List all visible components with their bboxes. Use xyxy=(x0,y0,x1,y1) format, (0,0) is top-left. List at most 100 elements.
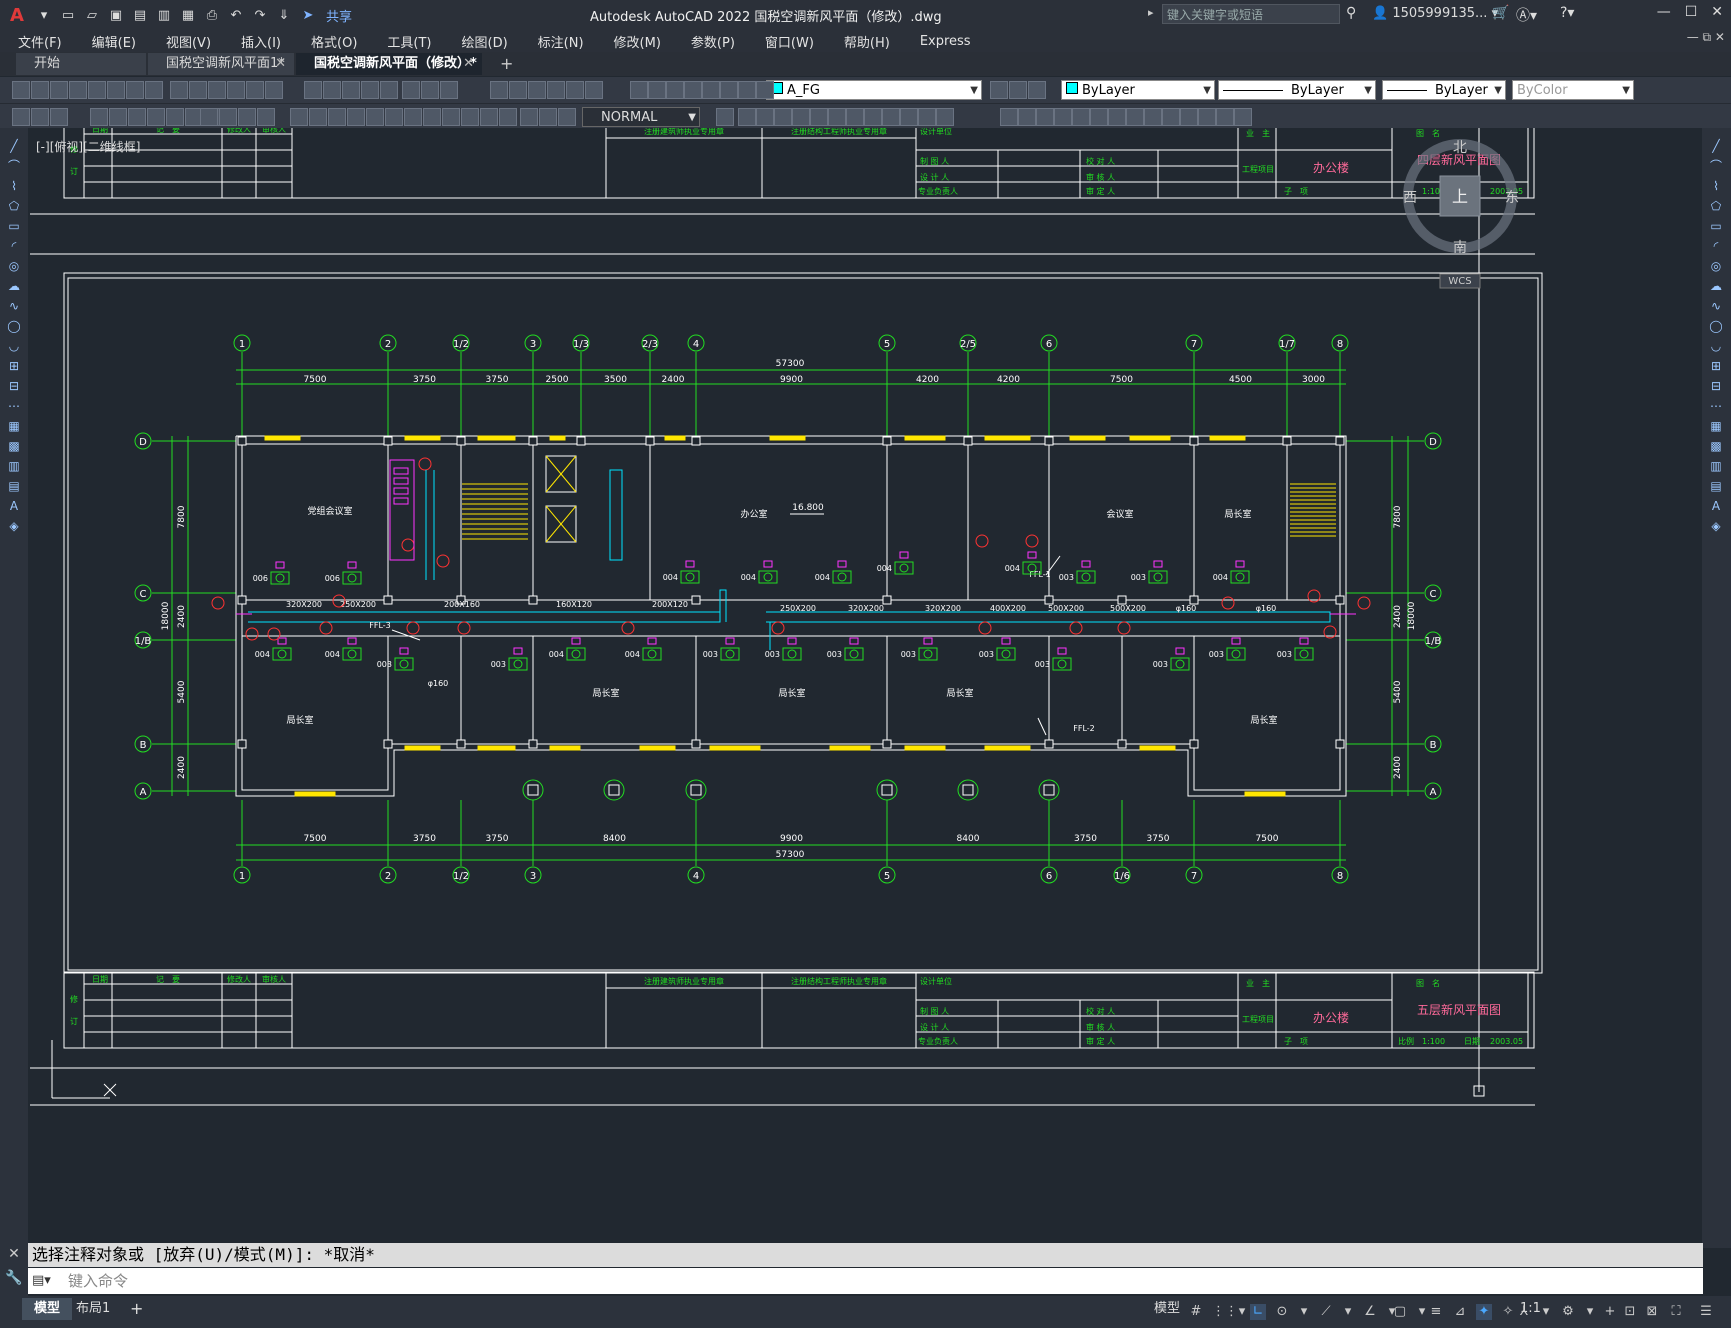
toolbar-tool-icon[interactable] xyxy=(566,81,584,99)
toolbar-tool-icon[interactable] xyxy=(31,108,49,126)
add-layout-icon[interactable]: + xyxy=(118,1298,155,1320)
autodesk-app-icon[interactable]: Ⓐ▾ xyxy=(1516,5,1537,25)
status-toggle-icon[interactable]: ⊡ xyxy=(1622,1304,1638,1320)
palette-tool-icon[interactable]: ▩ xyxy=(6,438,22,454)
status-toggle-icon[interactable]: ▾ xyxy=(1340,1304,1356,1320)
palette-tool-icon[interactable]: ⌇ xyxy=(1708,178,1724,194)
toolbar-tool-icon[interactable] xyxy=(936,108,954,126)
toolbar-tool-icon[interactable] xyxy=(1090,108,1108,126)
toolbar-tool-icon[interactable] xyxy=(520,108,538,126)
palette-tool-icon[interactable]: ▦ xyxy=(1708,418,1724,434)
toolbar-tool-icon[interactable] xyxy=(1162,108,1180,126)
toolbar-tool-icon[interactable] xyxy=(238,108,256,126)
toolbar-tool-icon[interactable] xyxy=(1198,108,1216,126)
toolbar-tool-icon[interactable] xyxy=(648,81,666,99)
palette-tool-icon[interactable]: ⌇ xyxy=(6,178,22,194)
menu-item[interactable]: 工具(T) xyxy=(369,32,443,51)
toolbar-tool-icon[interactable] xyxy=(900,108,918,126)
toolbar-tool-icon[interactable] xyxy=(1000,108,1018,126)
toolbar-tool-icon[interactable] xyxy=(50,108,68,126)
status-toggle-icon[interactable]: ∟ xyxy=(1250,1304,1266,1320)
status-toggle-icon[interactable]: ⅄ xyxy=(1516,1304,1532,1320)
save-as-icon[interactable]: ▤ xyxy=(130,5,150,25)
status-toggle-icon[interactable]: # xyxy=(1188,1304,1204,1320)
share-icon[interactable]: ➤ xyxy=(298,5,318,25)
toolbar-tool-icon[interactable] xyxy=(684,81,702,99)
tab-layout1[interactable]: 布局1 xyxy=(64,1298,122,1320)
toolbar-tool-icon[interactable] xyxy=(882,108,900,126)
status-toggle-icon[interactable]: ⟋ xyxy=(1318,1304,1334,1320)
status-toggle-icon[interactable]: ▾ xyxy=(1234,1304,1250,1320)
palette-tool-icon[interactable]: A xyxy=(1708,498,1724,514)
palette-tool-icon[interactable]: ◎ xyxy=(1708,258,1724,274)
status-toggle-icon[interactable]: ✦ xyxy=(1476,1304,1492,1320)
toolbar-tool-icon[interactable] xyxy=(1180,108,1198,126)
toolbar-tool-icon[interactable] xyxy=(166,108,184,126)
toolbar-tool-icon[interactable] xyxy=(756,81,774,99)
palette-tool-icon[interactable]: ⋯ xyxy=(1708,398,1724,414)
status-toggle-icon[interactable]: ▾ xyxy=(1296,1304,1312,1320)
linetype-dropdown[interactable]: ByLayer ▼ xyxy=(1218,80,1376,100)
menu-item[interactable]: 参数(P) xyxy=(673,32,747,51)
toolbar-tool-icon[interactable] xyxy=(1234,108,1252,126)
status-toggle-icon[interactable]: ∠ xyxy=(1362,1304,1378,1320)
toolbar-tool-icon[interactable] xyxy=(828,108,846,126)
toolbar-tool-icon[interactable] xyxy=(1028,81,1046,99)
menu-item[interactable]: 编辑(E) xyxy=(74,32,148,51)
toolbar-tool-icon[interactable] xyxy=(421,81,439,99)
status-toggle-icon[interactable]: ▢ xyxy=(1392,1304,1408,1320)
toolbar-tool-icon[interactable] xyxy=(328,108,346,126)
toolbar-tool-icon[interactable] xyxy=(846,108,864,126)
share-button[interactable]: 共享 xyxy=(326,6,352,25)
toolbar-tool-icon[interactable] xyxy=(170,81,188,99)
close-icon[interactable]: ✕ xyxy=(1711,4,1723,20)
toolbar-tool-icon[interactable] xyxy=(147,108,165,126)
toolbar-tool-icon[interactable] xyxy=(756,108,774,126)
toolbar-tool-icon[interactable] xyxy=(200,108,218,126)
palette-tool-icon[interactable]: ◎ xyxy=(6,258,22,274)
save-icon[interactable]: ▣ xyxy=(106,5,126,25)
model-space-button[interactable]: 模型 xyxy=(1142,1298,1192,1320)
toolbar-tool-icon[interactable] xyxy=(323,81,341,99)
toolbar-tool-icon[interactable] xyxy=(1009,81,1027,99)
toolbar-tool-icon[interactable] xyxy=(31,81,49,99)
palette-tool-icon[interactable]: ⋯ xyxy=(6,398,22,414)
customize-command-icon[interactable]: 🔧 xyxy=(0,1270,28,1286)
toolbar-tool-icon[interactable] xyxy=(347,108,365,126)
toolbar-tool-icon[interactable] xyxy=(423,108,441,126)
toolbar-tool-icon[interactable] xyxy=(720,81,738,99)
toolbar-tool-icon[interactable] xyxy=(990,81,1008,99)
help-icon[interactable]: ?▾ xyxy=(1560,5,1574,21)
toolbar-tool-icon[interactable] xyxy=(499,108,517,126)
palette-tool-icon[interactable]: A xyxy=(6,498,22,514)
toolbar-tool-icon[interactable] xyxy=(1144,108,1162,126)
user-account[interactable]: 👤 1505999135... ▾ xyxy=(1372,6,1498,21)
palette-tool-icon[interactable]: ☁ xyxy=(6,278,22,294)
toolbar-tool-icon[interactable] xyxy=(128,108,146,126)
toolbar-tool-icon[interactable] xyxy=(1216,108,1234,126)
toolbar-tool-icon[interactable] xyxy=(1072,108,1090,126)
menu-item[interactable]: 修改(M) xyxy=(596,32,673,51)
text-style-dropdown[interactable]: NORMAL ▼ xyxy=(582,107,700,127)
palette-tool-icon[interactable]: ▤ xyxy=(6,478,22,494)
toolbar-tool-icon[interactable] xyxy=(208,81,226,99)
toolbar-tool-icon[interactable] xyxy=(309,108,327,126)
toolbar-tool-icon[interactable] xyxy=(702,81,720,99)
menu-item[interactable]: 插入(I) xyxy=(223,32,293,51)
search-icon[interactable]: ⚲ xyxy=(1346,5,1356,21)
toolbar-tool-icon[interactable] xyxy=(558,108,576,126)
web-mobile-icon[interactable]: ▥ xyxy=(154,5,174,25)
toolbar-tool-icon[interactable] xyxy=(547,81,565,99)
toolbar-tool-icon[interactable] xyxy=(12,108,30,126)
toolbar-tool-icon[interactable] xyxy=(810,108,828,126)
status-toggle-icon[interactable]: ✧ xyxy=(1500,1304,1516,1320)
toolbar-tool-icon[interactable] xyxy=(480,108,498,126)
toolbar-tool-icon[interactable] xyxy=(774,108,792,126)
menu-dropdown-icon[interactable]: ▾ xyxy=(34,5,54,25)
status-toggle-icon[interactable]: ▾ xyxy=(1538,1304,1554,1320)
palette-tool-icon[interactable]: ⊞ xyxy=(6,358,22,374)
undo-icon[interactable]: ↶ xyxy=(226,5,246,25)
palette-tool-icon[interactable]: ◜ xyxy=(1708,238,1724,254)
palette-tool-icon[interactable]: ◡ xyxy=(1708,338,1724,354)
command-recent-icon[interactable]: ▤▾ xyxy=(32,1273,51,1288)
